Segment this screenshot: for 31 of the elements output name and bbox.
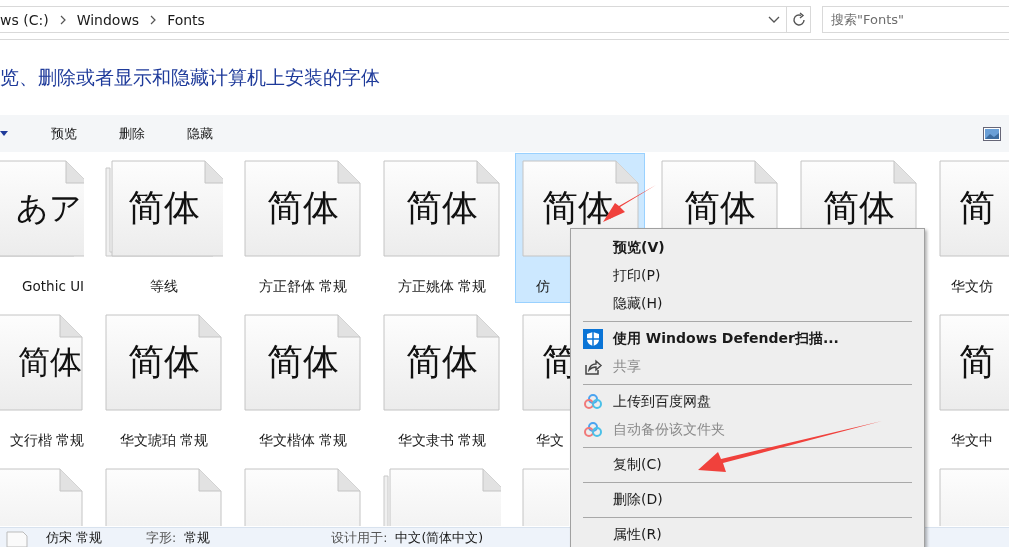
font-preview: 简体 — [266, 188, 340, 228]
font-name: 方正姚体 常规 — [396, 278, 488, 296]
font-name: 等线 — [149, 278, 179, 296]
font-preview: 简 — [959, 342, 995, 382]
font-name: 华文 — [536, 432, 564, 450]
font-name: 华文隶书 常规 — [396, 432, 488, 450]
font-preview: 简体 — [683, 188, 757, 228]
font-name: 仿 — [536, 278, 550, 296]
font-preview: 简体 — [127, 342, 201, 382]
font-name: Gothic UI — [21, 278, 84, 294]
font-name: 华文中 — [951, 432, 993, 450]
font-name: 方正舒体 常规 — [257, 278, 349, 296]
field-value: 中文(简体中文) — [395, 529, 484, 547]
font-preview: 简体 — [542, 188, 614, 228]
font-preview: 简体 — [405, 342, 479, 382]
font-preview: 简体 — [17, 342, 82, 382]
font-preview: 简体 — [127, 188, 201, 228]
font-preview: あア — [15, 188, 82, 228]
field-label: 字形: — [146, 529, 177, 547]
font-preview: 简 — [959, 188, 995, 228]
font-preview: 简体 — [266, 342, 340, 382]
font-name: 华文仿 — [951, 278, 993, 296]
font-preview: 简体 — [822, 188, 896, 228]
font-preview: 简体 — [405, 188, 479, 228]
font-name: 仿宋 常规 — [46, 529, 103, 547]
font-name: 华文琥珀 常规 — [118, 432, 210, 450]
field-value: 常规 — [184, 529, 212, 547]
font-name: 华文楷体 常规 — [257, 432, 349, 450]
field-label: 设计用于: — [331, 529, 388, 547]
font-name: 文行楷 常规 — [8, 432, 84, 450]
page-heading: 览、删除或者显示和隐藏计算机上安装的字体 — [0, 64, 380, 90]
